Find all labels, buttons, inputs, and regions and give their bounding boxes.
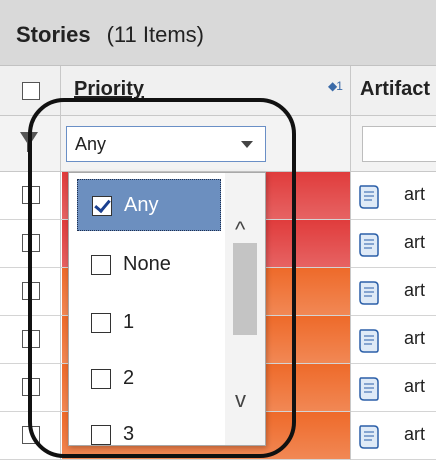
artifact-id-link[interactable]: art xyxy=(404,424,425,445)
document-icon xyxy=(359,233,379,257)
priority-filter-value: Any xyxy=(75,134,107,154)
column-header-row: Priority ◆1 Artifact xyxy=(0,66,436,116)
dropdown-option-2[interactable]: 2 xyxy=(77,353,221,405)
option-label: 2 xyxy=(123,367,135,389)
select-all-checkbox[interactable] xyxy=(22,82,40,100)
row-checkbox[interactable] xyxy=(22,186,40,204)
artifact-id-link[interactable]: art xyxy=(404,232,425,253)
document-icon xyxy=(359,425,379,449)
column-divider xyxy=(350,268,351,316)
artifact-filter-input[interactable] xyxy=(362,126,436,162)
dropdown-option-3[interactable]: 3 xyxy=(77,409,221,445)
document-icon xyxy=(359,329,379,353)
dropdown-scrollbar[interactable]: ^ v xyxy=(225,173,265,445)
document-icon xyxy=(359,185,379,209)
column-divider xyxy=(350,172,351,220)
column-divider xyxy=(60,364,61,412)
row-checkbox[interactable] xyxy=(22,426,40,444)
column-divider xyxy=(60,116,61,172)
column-divider xyxy=(60,172,61,220)
dropdown-option-any[interactable]: Any xyxy=(77,179,221,231)
column-divider xyxy=(350,66,351,116)
artifact-id-link[interactable]: art xyxy=(404,376,425,397)
option-checkbox[interactable] xyxy=(91,369,111,389)
column-divider xyxy=(350,412,351,460)
priority-column-header[interactable]: Priority xyxy=(74,78,144,101)
option-checkbox[interactable] xyxy=(92,196,112,216)
scrollbar-thumb[interactable] xyxy=(233,243,257,335)
caret-down-icon[interactable] xyxy=(241,141,253,148)
column-divider xyxy=(60,412,61,460)
artifact-id-link[interactable]: art xyxy=(404,280,425,301)
column-divider xyxy=(60,268,61,316)
option-checkbox[interactable] xyxy=(91,313,111,333)
artifact-column-header[interactable]: Artifact xyxy=(360,78,430,101)
artifact-id-link[interactable]: art xyxy=(404,328,425,349)
option-checkbox[interactable] xyxy=(91,425,111,445)
title-label: Stories xyxy=(16,22,91,47)
column-divider xyxy=(350,220,351,268)
sort-order-number: 1 xyxy=(336,79,343,93)
dropdown-option-1[interactable]: 1 xyxy=(77,297,221,349)
column-divider xyxy=(60,66,61,116)
scroll-up-arrow-icon[interactable]: ^ xyxy=(235,217,245,243)
column-divider xyxy=(60,220,61,268)
option-label: Any xyxy=(124,194,159,216)
row-checkbox[interactable] xyxy=(22,330,40,348)
item-count: (11 Items) xyxy=(106,22,204,47)
dropdown-option-none[interactable]: None xyxy=(77,239,221,291)
column-divider xyxy=(60,316,61,364)
priority-filter-select[interactable]: Any xyxy=(66,126,266,162)
scroll-down-arrow-icon[interactable]: v xyxy=(235,387,246,413)
grid-title-bar: Stories (11 Items) xyxy=(0,0,436,66)
document-icon xyxy=(359,377,379,401)
option-label: 1 xyxy=(123,311,135,333)
stories-grid-page: Stories (11 Items) Priority ◆1 Artifact A… xyxy=(0,0,436,461)
option-checkbox[interactable] xyxy=(91,255,111,275)
column-divider xyxy=(350,116,351,172)
funnel-icon-stem xyxy=(27,142,31,152)
column-divider xyxy=(350,364,351,412)
row-checkbox[interactable] xyxy=(22,234,40,252)
grid-title: Stories (11 Items) xyxy=(16,22,204,48)
column-divider xyxy=(350,316,351,364)
row-checkbox[interactable] xyxy=(22,378,40,396)
option-label: None xyxy=(123,253,171,275)
sort-ascending-icon[interactable]: ◆1 xyxy=(328,79,343,93)
row-checkbox[interactable] xyxy=(22,282,40,300)
document-icon xyxy=(359,281,379,305)
filter-row: Any xyxy=(0,116,436,172)
artifact-id-link[interactable]: art xyxy=(404,184,425,205)
option-label: 3 xyxy=(123,423,135,445)
priority-filter-dropdown[interactable]: Any None 1 2 3 ^ v xyxy=(68,172,266,446)
